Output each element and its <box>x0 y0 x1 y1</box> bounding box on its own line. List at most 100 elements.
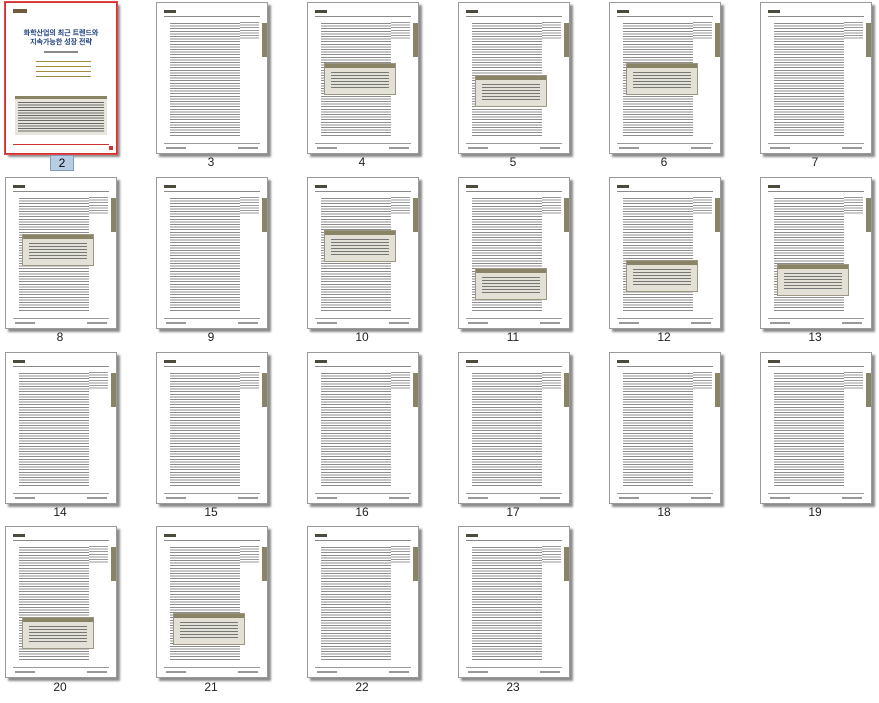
page-header-rule <box>13 191 109 192</box>
page-footer-text <box>166 671 186 673</box>
page-footer-text <box>842 497 862 499</box>
page-thumbnail-21[interactable] <box>156 526 268 678</box>
page-body-text <box>170 373 240 487</box>
page-number-label[interactable]: 18 <box>644 505 684 519</box>
page-thumbnail-8[interactable] <box>5 177 117 329</box>
page-figure <box>324 230 396 262</box>
page-thumbnail-5[interactable] <box>458 2 570 154</box>
page-thumbnail-2[interactable]: 화학산업의 최근 트렌드와 지속가능한 성장 전략 <box>4 1 118 155</box>
page-header-rule <box>164 191 260 192</box>
page-thumbnail-18[interactable] <box>609 352 721 504</box>
page-number-label[interactable]: 23 <box>493 680 533 694</box>
page-figure <box>22 617 94 649</box>
page-footer-text <box>317 671 337 673</box>
page-thumbnail-3[interactable] <box>156 2 268 154</box>
page-side-note <box>391 372 410 390</box>
page-thumbnail-20[interactable] <box>5 526 117 678</box>
page-number-label[interactable]: 20 <box>40 680 80 694</box>
page-number-label[interactable]: 17 <box>493 505 533 519</box>
page-thumbnail-17[interactable] <box>458 352 570 504</box>
page-thumbnail-13[interactable] <box>760 177 872 329</box>
page-thumbnail-6[interactable] <box>609 2 721 154</box>
page-section-tab <box>413 547 418 581</box>
cover-summary-box <box>15 96 107 135</box>
page-thumbnail-22[interactable] <box>307 526 419 678</box>
page-footer-text <box>317 147 337 149</box>
page-thumbnail-16[interactable] <box>307 352 419 504</box>
page-section-tab <box>111 547 116 581</box>
page-thumbnail-19[interactable] <box>760 352 872 504</box>
page-thumbnail-7[interactable] <box>760 2 872 154</box>
page-side-note <box>844 22 863 40</box>
page-footer-text <box>540 147 560 149</box>
page-footer-text <box>691 147 711 149</box>
page-footer-text <box>87 671 107 673</box>
page-side-note <box>542 22 561 40</box>
page-number-label[interactable]: 3 <box>191 155 231 169</box>
page-footer-text <box>468 497 488 499</box>
page-section-tab <box>262 23 267 57</box>
page-footer-text <box>238 322 258 324</box>
page-section-tab <box>111 198 116 232</box>
page-number-label[interactable]: 7 <box>795 155 835 169</box>
page-footer-text <box>166 497 186 499</box>
page-footer-rule <box>13 318 109 319</box>
page-thumbnail-11[interactable] <box>458 177 570 329</box>
page-section-tab <box>262 373 267 407</box>
page-body-text <box>170 23 240 137</box>
page-footer-rule <box>466 493 562 494</box>
page-header-rule <box>617 191 713 192</box>
page-footer-rule <box>768 143 864 144</box>
page-header-mark <box>13 185 25 188</box>
page-number-label[interactable]: 22 <box>342 680 382 694</box>
page-section-tab <box>564 373 569 407</box>
page-footer-text <box>15 322 35 324</box>
page-side-note <box>844 197 863 215</box>
page-number-label[interactable]: 6 <box>644 155 684 169</box>
page-footer-rule <box>617 493 713 494</box>
page-number-label[interactable]: 9 <box>191 330 231 344</box>
page-body-text <box>623 373 693 487</box>
page-section-tab <box>866 23 871 57</box>
page-header-mark <box>164 10 176 13</box>
page-thumbnail-14[interactable] <box>5 352 117 504</box>
page-number-label[interactable]: 19 <box>795 505 835 519</box>
page-header-rule <box>13 366 109 367</box>
page-number-label[interactable]: 13 <box>795 330 835 344</box>
page-footer-text <box>389 497 409 499</box>
page-number-label[interactable]: 16 <box>342 505 382 519</box>
page-footer-text <box>238 497 258 499</box>
page-figure <box>626 260 698 292</box>
page-number-label[interactable]: 10 <box>342 330 382 344</box>
page-number-label[interactable]: 15 <box>191 505 231 519</box>
page-number-label[interactable]: 12 <box>644 330 684 344</box>
page-thumbnail-15[interactable] <box>156 352 268 504</box>
page-number-label[interactable]: 14 <box>40 505 80 519</box>
page-header-mark <box>315 360 327 363</box>
page-footer-rule <box>768 493 864 494</box>
page-thumbnail-4[interactable] <box>307 2 419 154</box>
page-body-text <box>472 547 542 661</box>
page-side-note <box>542 372 561 390</box>
page-side-note <box>693 197 712 215</box>
page-number-label[interactable]: 2 <box>50 155 74 171</box>
page-number-label[interactable]: 11 <box>493 330 533 344</box>
page-section-tab <box>564 23 569 57</box>
page-thumbnail-10[interactable] <box>307 177 419 329</box>
page-side-note <box>89 546 108 564</box>
page-thumbnail-12[interactable] <box>609 177 721 329</box>
page-number-label[interactable]: 4 <box>342 155 382 169</box>
page-side-note <box>240 197 259 215</box>
page-header-rule <box>768 366 864 367</box>
page-number-label[interactable]: 8 <box>40 330 80 344</box>
page-footer-rule <box>466 318 562 319</box>
page-header-rule <box>315 540 411 541</box>
page-footer-text <box>691 497 711 499</box>
page-number-label[interactable]: 5 <box>493 155 533 169</box>
page-footer-text <box>842 322 862 324</box>
page-thumbnail-9[interactable] <box>156 177 268 329</box>
page-thumbnail-23[interactable] <box>458 526 570 678</box>
page-section-tab <box>866 198 871 232</box>
page-number-label[interactable]: 21 <box>191 680 231 694</box>
page-section-tab <box>564 198 569 232</box>
